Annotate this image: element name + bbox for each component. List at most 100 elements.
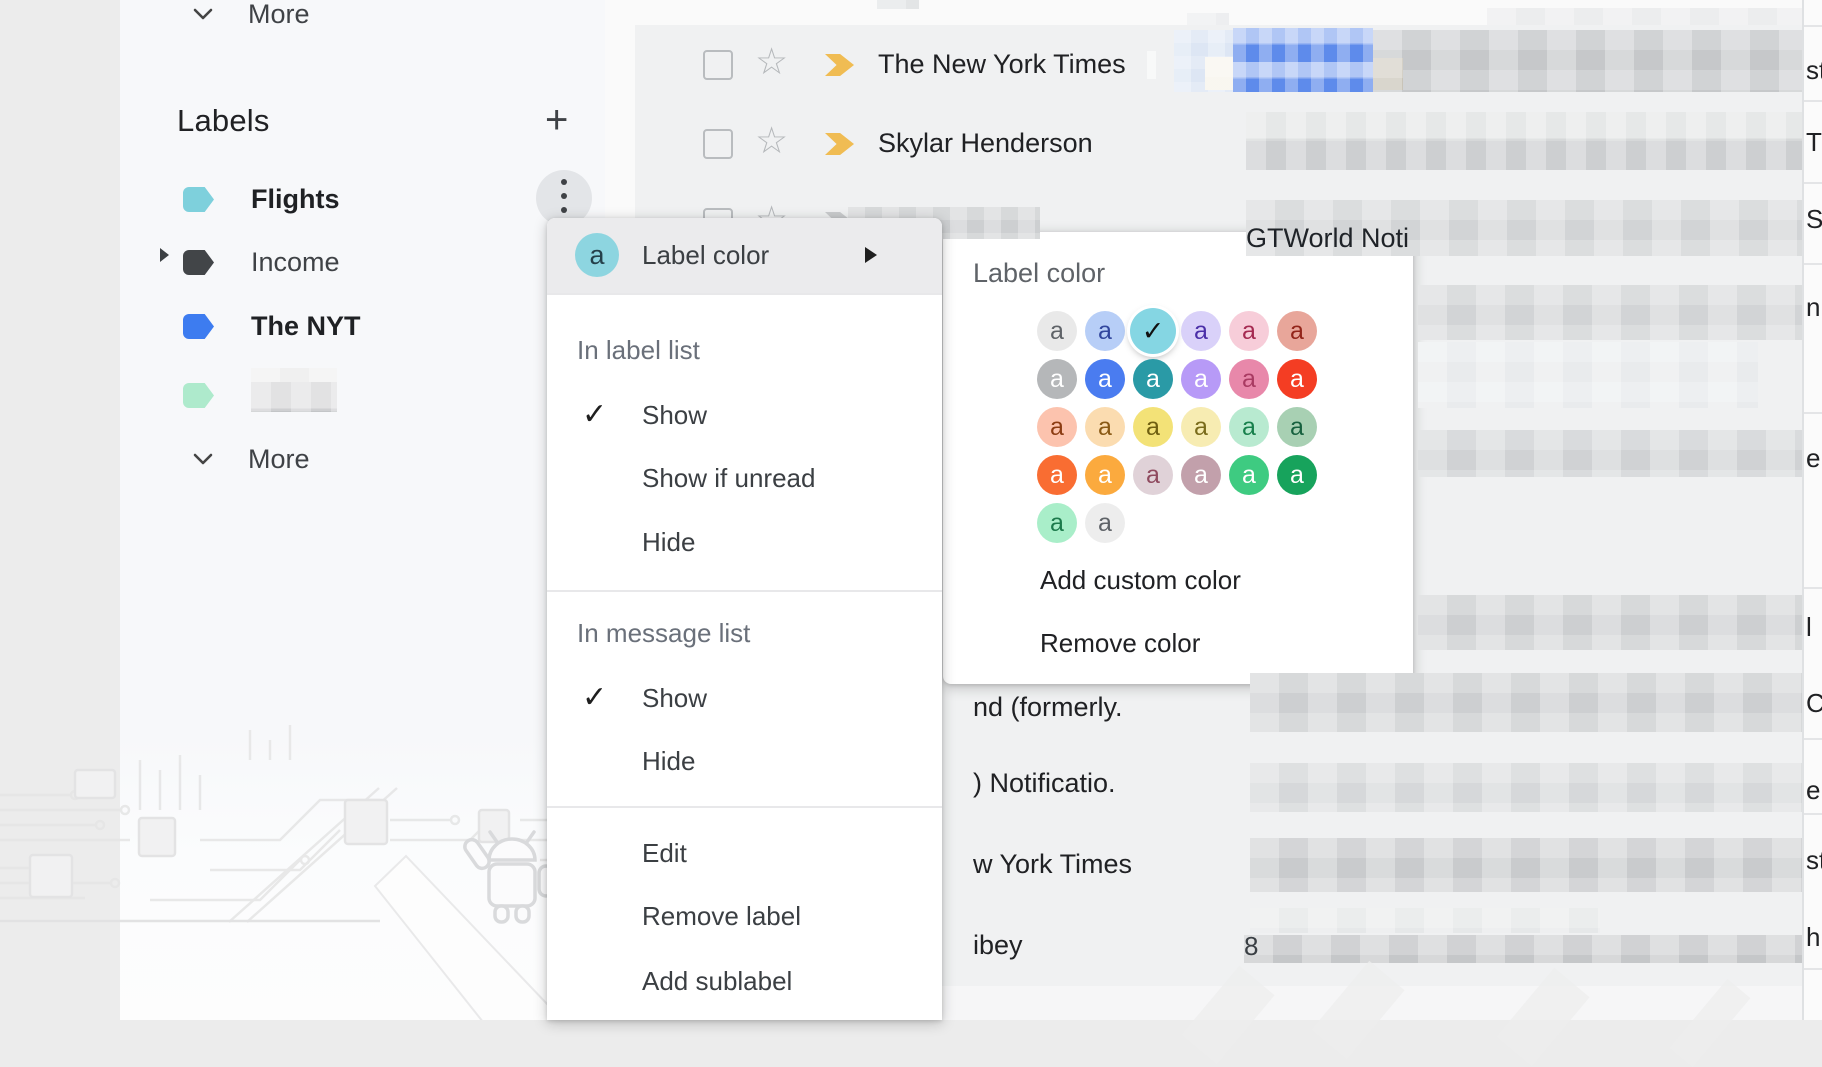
- expand-arrow-icon[interactable]: [160, 248, 169, 262]
- color-swatch[interactable]: a: [1229, 407, 1269, 447]
- color-swatch[interactable]: a: [1181, 407, 1221, 447]
- row-border: [1804, 25, 1822, 27]
- color-swatch[interactable]: a: [1181, 455, 1221, 495]
- label-name: Income: [251, 247, 340, 278]
- color-swatch[interactable]: a: [1229, 359, 1269, 399]
- menu-divider: [547, 293, 942, 295]
- color-swatch[interactable]: a: [1277, 407, 1317, 447]
- sidebar-more-label: More: [248, 444, 310, 475]
- color-swatch[interactable]: a: [1085, 311, 1125, 351]
- label-color-icon: a: [575, 233, 619, 277]
- menu-divider: [547, 806, 942, 808]
- menu-item-show-if-unread[interactable]: Show if unread: [547, 453, 942, 503]
- submenu-title: Label color: [973, 258, 1105, 289]
- redacted-content: [1418, 342, 1758, 408]
- redacted-content: [1487, 8, 1802, 25]
- menu-item-edit[interactable]: Edit: [547, 828, 942, 878]
- cutoff-text: TO: [1806, 127, 1822, 158]
- menu-item-show-in-label-list[interactable]: ✓ Show: [547, 390, 942, 440]
- redacted-content: 8: [1244, 935, 1802, 963]
- color-swatch[interactable]: a: [1229, 455, 1269, 495]
- redacted-content: [1205, 57, 1233, 90]
- color-swatch[interactable]: a: [1037, 359, 1077, 399]
- menu-item-add-sublabel[interactable]: Add sublabel: [547, 956, 942, 1006]
- add-custom-color-item[interactable]: Add custom color: [1040, 562, 1241, 598]
- row-border: [1804, 968, 1822, 970]
- star-icon[interactable]: ☆: [755, 122, 788, 159]
- label-tag-icon: [183, 383, 214, 408]
- color-swatch[interactable]: a: [1085, 359, 1125, 399]
- cutoff-text: l: [1806, 612, 1812, 643]
- row-border: [1804, 263, 1822, 265]
- color-swatch[interactable]: a: [1037, 503, 1077, 543]
- sidebar-item-more-top[interactable]: More: [193, 0, 310, 34]
- sender-name-gtworld: GTWorld Noti: [1246, 223, 1422, 254]
- chevron-down-icon: [193, 453, 213, 465]
- sidebar-label-the-nyt[interactable]: The NYT: [183, 311, 361, 342]
- color-swatch[interactable]: a: [1181, 359, 1221, 399]
- cutoff-text: st: [1806, 845, 1822, 876]
- sender-name-fragment: nd (formerly.: [973, 692, 1123, 723]
- menu-item-label-color[interactable]: a Label color: [547, 218, 942, 293]
- cutoff-text: e: [1806, 775, 1820, 806]
- redacted-content: [1250, 838, 1802, 892]
- cutoff-text: n: [1806, 292, 1820, 323]
- sidebar-label-flights[interactable]: Flights: [183, 184, 340, 215]
- partial-glyph: 8: [1244, 931, 1259, 962]
- color-swatch-selected[interactable]: ✓: [1130, 308, 1176, 354]
- gmail-label-menu-screenshot: { "sidebar": { "more_top": "More", "labe…: [0, 0, 1822, 1020]
- menu-item-hide-in-message-list[interactable]: Hide: [547, 736, 942, 786]
- menu-item-show-in-message-list[interactable]: ✓ Show: [547, 673, 942, 723]
- sidebar-label-redacted[interactable]: [183, 380, 214, 411]
- sender-name: Skylar Henderson: [878, 128, 1093, 159]
- menu-item-remove-label[interactable]: Remove label: [547, 891, 942, 941]
- check-icon: ✓: [582, 683, 607, 713]
- color-swatch[interactable]: a: [1229, 311, 1269, 351]
- color-swatch[interactable]: a: [1037, 407, 1077, 447]
- redacted-content: [1418, 430, 1802, 477]
- gmail-sidebar: More Labels + Flights Income The NYT Mor…: [120, 0, 605, 1020]
- checkbox[interactable]: [703, 129, 733, 159]
- row-border: [1804, 412, 1822, 414]
- add-label-button[interactable]: +: [545, 100, 568, 140]
- color-swatch[interactable]: a: [1037, 455, 1077, 495]
- row-border: [1804, 100, 1822, 102]
- remove-color-item[interactable]: Remove color: [1040, 625, 1200, 661]
- color-swatch[interactable]: a: [1277, 359, 1317, 399]
- color-swatch[interactable]: a: [1085, 455, 1125, 495]
- color-swatch[interactable]: a: [1037, 311, 1077, 351]
- color-swatch[interactable]: a: [1085, 407, 1125, 447]
- sidebar-label-income[interactable]: Income: [183, 247, 340, 278]
- sender-name-fragment: w York Times: [973, 849, 1132, 880]
- color-swatch[interactable]: a: [1133, 407, 1173, 447]
- cutoff-text: S: [1806, 204, 1822, 235]
- star-icon[interactable]: ☆: [755, 43, 788, 80]
- redacted-content: [877, 0, 919, 9]
- redacted-content: GTWorld Noti: [1246, 200, 1802, 256]
- important-marker-icon[interactable]: [825, 53, 854, 77]
- sidebar-more-label: More: [248, 0, 310, 30]
- color-swatch[interactable]: a: [1181, 311, 1221, 351]
- chip-gap: [1147, 51, 1156, 79]
- adjacent-pane-cutoff: stTOSnelCesth: [1804, 0, 1822, 1020]
- color-swatch[interactable]: a: [1133, 455, 1173, 495]
- menu-divider: [547, 590, 942, 592]
- check-icon: ✓: [582, 400, 607, 430]
- redacted-content: [1250, 908, 1600, 933]
- label-name: Flights: [251, 184, 340, 215]
- important-marker-icon[interactable]: [825, 132, 854, 156]
- submenu-arrow-icon: [865, 247, 877, 263]
- menu-item-hide-in-label-list[interactable]: Hide: [547, 517, 942, 567]
- redacted-content: [1373, 30, 1802, 92]
- sidebar-item-more-bottom[interactable]: More: [193, 439, 310, 479]
- color-swatch[interactable]: a: [1085, 503, 1125, 543]
- color-swatch[interactable]: a: [1277, 311, 1317, 351]
- color-swatch[interactable]: a: [1277, 455, 1317, 495]
- redacted-content: [251, 368, 337, 382]
- redacted-content: [1246, 112, 1802, 170]
- section-header-message-list: In message list: [577, 613, 750, 653]
- color-swatch[interactable]: a: [1133, 359, 1173, 399]
- label-tag-icon: [183, 187, 214, 212]
- checkbox[interactable]: [703, 50, 733, 80]
- menu-item-label: Label color: [642, 240, 769, 271]
